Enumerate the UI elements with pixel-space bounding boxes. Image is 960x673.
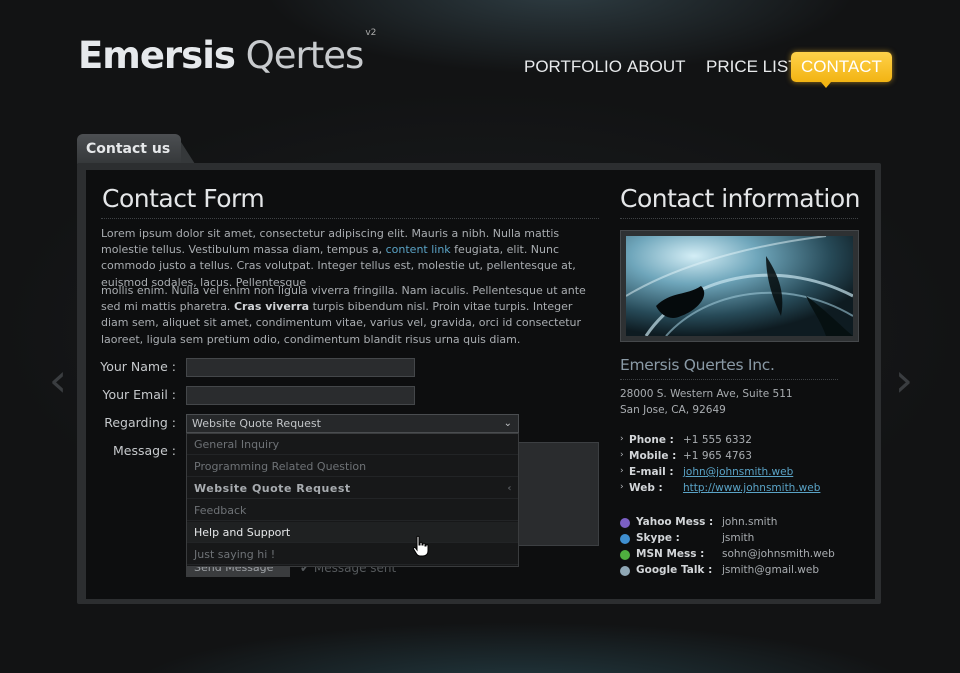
message-label: Message : (113, 443, 176, 458)
nav-portfolio[interactable]: PORTFOLIO (524, 52, 622, 82)
regarding-select[interactable]: Website Quote Request ⌄ (186, 414, 519, 433)
message-textarea[interactable] (519, 442, 599, 546)
web-link[interactable]: http://www.johnsmith.web (683, 482, 820, 494)
skype-value: jsmith (722, 532, 755, 544)
next-arrow-icon[interactable]: › (886, 300, 922, 460)
regarding-selected-value: Website Quote Request (192, 417, 321, 430)
address-line-2: San Jose, CA, 92649 (620, 404, 726, 416)
bold-text: Cras viverra (233, 300, 310, 314)
bullet-icon: › (620, 482, 624, 492)
company-divider (620, 379, 838, 380)
name-label: Your Name : (100, 359, 176, 374)
content-link[interactable]: content link (386, 243, 451, 256)
yahoo-value: john.smith (722, 516, 778, 528)
bullet-icon: › (620, 450, 624, 460)
logo-bold-text: Emersis (78, 34, 236, 77)
contact-photo (620, 230, 859, 342)
mobile-value: +1 965 4763 (683, 450, 752, 462)
phone-value: +1 555 6332 (683, 434, 752, 446)
google-talk-value: jsmith@gmail.web (722, 564, 820, 576)
heading-divider (101, 218, 599, 219)
nav-contact[interactable]: CONTACT (791, 52, 892, 88)
msn-value: sohn@johnsmith.web (722, 548, 835, 560)
regarding-label: Regarding : (104, 415, 176, 430)
msn-messenger-icon (620, 550, 630, 560)
skype-icon (620, 534, 630, 544)
option-help-and-support[interactable]: Help and Support (187, 522, 518, 543)
logo-light-text: Qertes (245, 34, 365, 77)
contact-form-heading: Contact Form (102, 184, 265, 213)
chevron-left-icon: ‹ (507, 483, 512, 494)
hand-cursor-icon (412, 535, 429, 557)
nav-about[interactable]: ABOUT (627, 52, 686, 82)
option-general-inquiry[interactable]: General Inquiry (187, 434, 518, 455)
intro-paragraph-2: mollis enim. Nulla vel enim non ligula v… (101, 284, 586, 346)
email-field[interactable] (186, 386, 415, 405)
bullet-icon: › (620, 434, 624, 444)
option-just-saying-hi[interactable]: Just saying hi ! (187, 544, 518, 565)
contact-heading-divider (620, 218, 858, 219)
chevron-down-icon: ⌄ (503, 418, 512, 429)
yahoo-messenger-icon (620, 518, 630, 528)
intro-paragraph-1: Lorem ipsum dolor sit amet, consectetur … (101, 227, 576, 289)
option-programming-question[interactable]: Programming Related Question (187, 456, 518, 477)
company-name: Emersis Quertes Inc. (620, 356, 775, 374)
nav-price-list[interactable]: PRICE LIST (706, 52, 799, 82)
bullet-icon: › (620, 466, 624, 476)
logo-version: v2 (365, 27, 377, 38)
contact-info-heading: Contact information (620, 184, 861, 213)
email-link[interactable]: john@johnsmith.web (683, 466, 793, 478)
name-field[interactable] (186, 358, 415, 377)
regarding-dropdown-list: General Inquiry Programming Related Ques… (186, 433, 519, 567)
option-feedback[interactable]: Feedback (187, 500, 518, 521)
tab-contact-us: Contact us (77, 134, 195, 164)
option-website-quote-request[interactable]: Website Quote Request ‹ (187, 478, 518, 499)
previous-arrow-icon[interactable]: ‹ (40, 300, 76, 460)
google-talk-icon (620, 566, 630, 576)
address-line-1: 28000 S. Western Ave, Suite 511 (620, 388, 793, 400)
site-logo[interactable]: Emersis Qertesv2 (78, 28, 376, 77)
abstract-image (626, 236, 853, 336)
email-label: Your Email : (102, 387, 176, 402)
